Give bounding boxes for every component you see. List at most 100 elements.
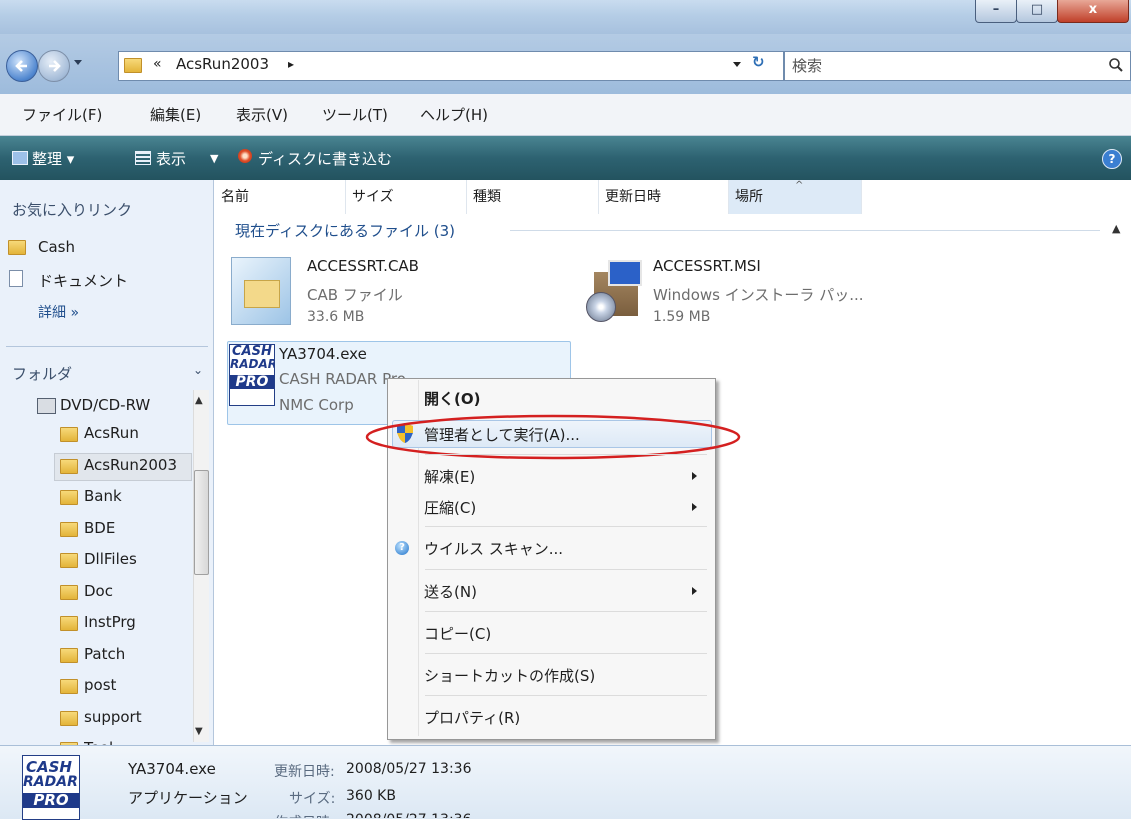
view-dropdown-icon[interactable]: ▼: [210, 152, 218, 165]
tree-folder-item[interactable]: Doc: [84, 582, 113, 600]
menu-help[interactable]: ヘルプ(H): [420, 104, 488, 125]
column-type[interactable]: 種類: [467, 180, 599, 214]
column-modified[interactable]: 更新日時: [599, 180, 729, 214]
file-name[interactable]: ACCESSRT.CAB: [307, 257, 419, 275]
tree-folder-item[interactable]: InstPrg: [84, 613, 136, 631]
folder-icon: [8, 240, 26, 255]
folder-icon: [60, 648, 78, 663]
folder-icon: [60, 711, 78, 726]
group-title[interactable]: 現在ディスクにあるファイル (3): [235, 220, 455, 241]
menu-virus-scan[interactable]: ウイルス スキャン...: [424, 538, 563, 559]
maximize-button[interactable]: □: [1016, 0, 1058, 23]
folders-collapse-icon[interactable]: ⌄: [193, 363, 203, 377]
folders-title[interactable]: フォルダ: [12, 363, 72, 384]
search-input[interactable]: [784, 51, 1131, 81]
search-placeholder: 検索: [792, 57, 823, 75]
submenu-arrow-icon: [692, 587, 697, 595]
view-icon: [135, 151, 151, 165]
file-type: CAB ファイル: [307, 286, 403, 304]
address-dropdown-icon[interactable]: [733, 62, 741, 67]
tree-folder-item[interactable]: DllFiles: [84, 550, 137, 568]
burn-disc-icon: [238, 149, 252, 163]
folder-icon: [60, 459, 78, 474]
close-button[interactable]: x: [1057, 0, 1129, 23]
menu-extract[interactable]: 解凍(E): [424, 466, 475, 487]
menu-copy[interactable]: コピー(C): [424, 623, 491, 644]
folder-icon: [124, 58, 142, 73]
virus-scan-icon: ?: [395, 541, 409, 555]
tree-folder-item[interactable]: support: [84, 708, 142, 726]
search-icon[interactable]: [1108, 57, 1124, 73]
folder-icon: [60, 490, 78, 505]
scroll-up-icon[interactable]: ▲: [195, 395, 203, 406]
tree-scroll-thumb[interactable]: [194, 470, 209, 575]
column-size[interactable]: サイズ: [346, 180, 467, 214]
tree-folder-item[interactable]: BDE: [84, 519, 115, 537]
column-name[interactable]: 名前: [215, 180, 346, 214]
document-icon: [9, 270, 23, 287]
view-button[interactable]: 表示: [156, 148, 186, 169]
menu-separator: [425, 454, 707, 455]
menu-view[interactable]: 表示(V): [236, 104, 288, 125]
minimize-button[interactable]: –: [975, 0, 1017, 23]
address-chevron[interactable]: «: [153, 56, 162, 72]
back-arrow-icon: [15, 60, 27, 72]
menu-separator: [425, 611, 707, 612]
file-size: 33.6 MB: [307, 309, 365, 325]
file-name[interactable]: YA3704.exe: [279, 345, 367, 363]
recent-pages-icon[interactable]: [74, 60, 82, 65]
scroll-down-icon[interactable]: ▼: [195, 726, 203, 737]
back-button[interactable]: [6, 50, 38, 82]
menu-properties[interactable]: プロパティ(R): [424, 707, 520, 728]
burn-button[interactable]: ディスクに書き込む: [258, 148, 392, 169]
file-type: Windows インストーラ パッ...: [653, 286, 864, 304]
favorite-documents[interactable]: ドキュメント: [38, 270, 128, 291]
tree-folder-item[interactable]: AcsRun2003: [84, 456, 177, 474]
status-size-value: 360 KB: [346, 788, 396, 804]
menu-create-shortcut[interactable]: ショートカットの作成(S): [424, 665, 595, 686]
status-created-label: 作成日時:: [274, 812, 335, 818]
file-company: NMC Corp: [279, 396, 354, 414]
divider: [6, 346, 208, 347]
group-collapse-icon[interactable]: ▲: [1112, 222, 1120, 235]
folder-icon: [60, 585, 78, 600]
status-modified-value: 2008/05/27 13:36: [346, 761, 472, 777]
submenu-arrow-icon: [692, 503, 697, 511]
forward-button[interactable]: [38, 50, 70, 82]
status-modified-label: 更新日時:: [274, 764, 335, 780]
folder-icon: [60, 553, 78, 568]
cab-icon[interactable]: [231, 257, 291, 325]
organize-button[interactable]: 整理 ▾: [32, 148, 74, 169]
title-bar: [0, 0, 1131, 34]
folder-icon: [60, 427, 78, 442]
address-path[interactable]: AcsRun2003: [176, 55, 269, 73]
more-link[interactable]: 詳細 »: [38, 302, 79, 322]
tree-folder-item[interactable]: post: [84, 676, 116, 694]
menu-file[interactable]: ファイル(F): [22, 104, 102, 125]
status-size-label: サイズ:: [289, 791, 336, 807]
menu-tools[interactable]: ツール(T): [322, 104, 388, 125]
folder-icon: [60, 616, 78, 631]
path-separator-icon[interactable]: ▸: [288, 57, 294, 71]
favorites-title: お気に入りリンク: [12, 201, 133, 219]
tree-dvd-drive[interactable]: DVD/CD-RW: [60, 396, 150, 414]
tree-folder-item[interactable]: Patch: [84, 645, 125, 663]
menu-separator: [425, 653, 707, 654]
group-divider: [510, 230, 1100, 231]
refresh-icon[interactable]: ↻: [752, 53, 765, 71]
menu-edit[interactable]: 編集(E): [150, 104, 201, 125]
help-icon[interactable]: ?: [1102, 149, 1122, 169]
submenu-arrow-icon: [692, 472, 697, 480]
menu-separator: [425, 569, 707, 570]
file-name[interactable]: ACCESSRT.MSI: [653, 257, 761, 275]
menu-send-to[interactable]: 送る(N): [424, 581, 477, 602]
favorite-cash[interactable]: Cash: [38, 238, 75, 256]
dvd-drive-icon: [37, 398, 56, 414]
installer-icon[interactable]: [580, 258, 642, 324]
menu-compress[interactable]: 圧縮(C): [424, 497, 476, 518]
tree-folder-item[interactable]: AcsRun: [84, 424, 139, 442]
folder-icon: [60, 522, 78, 537]
menu-open[interactable]: 開く(O): [424, 388, 480, 409]
forward-arrow-icon: [49, 60, 61, 72]
tree-folder-item[interactable]: Bank: [84, 487, 122, 505]
